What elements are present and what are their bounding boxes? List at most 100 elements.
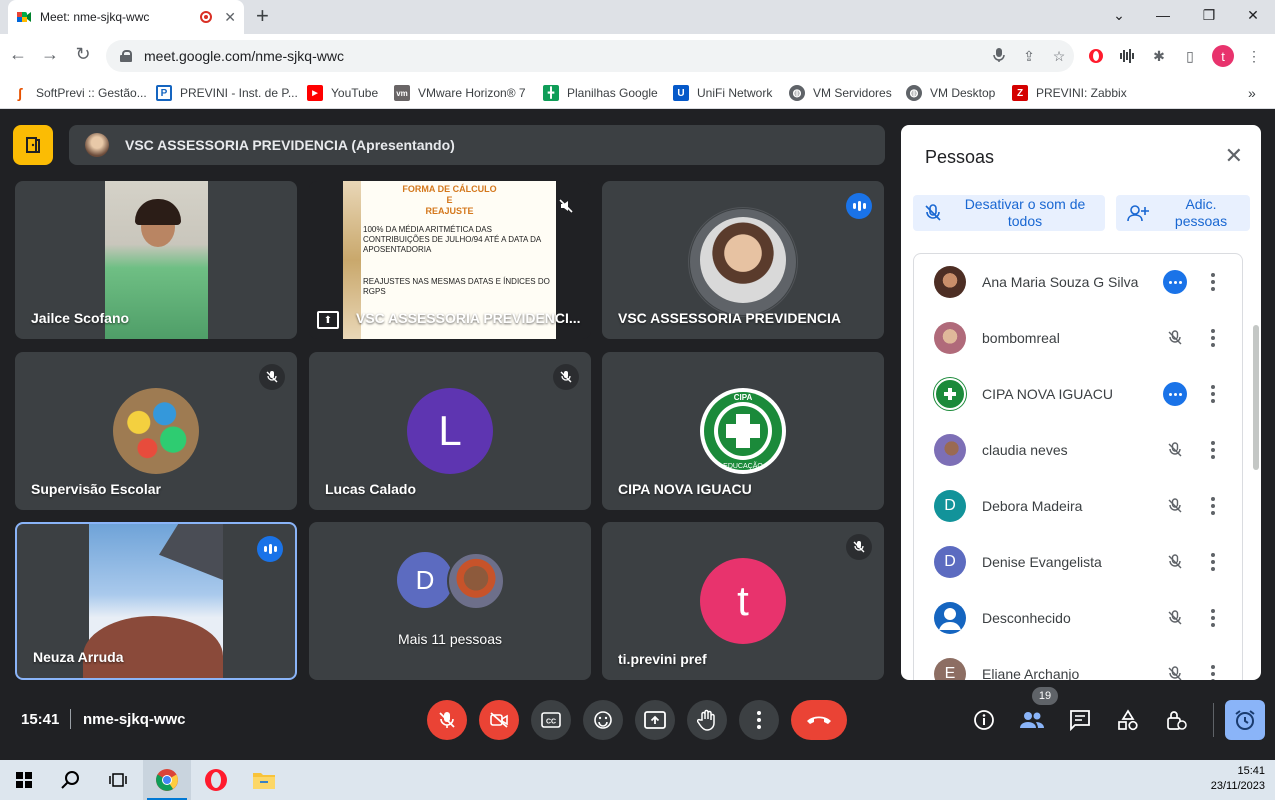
task-view-icon[interactable] [94,760,142,800]
people-icon[interactable] [1019,707,1045,733]
list-item[interactable]: D Denise Evangelista [914,534,1242,590]
panel-close-icon[interactable]: ✕ [1225,145,1243,167]
file-explorer-icon[interactable] [240,760,288,800]
address-bar[interactable]: meet.google.com/nme-sjkq-wwc ⇪ ☆ [106,40,1074,72]
participant-tile-jailce[interactable]: Jailce Scofano [15,181,297,339]
more-options-button[interactable] [739,700,779,740]
participant-name: ti.previni pref [618,651,707,667]
tab-close-icon[interactable]: ✕ [224,9,236,26]
hang-up-icon [807,716,831,724]
system-clock[interactable]: 15:41 23/11/2023 [1211,764,1265,794]
list-item[interactable]: claudia neves [914,422,1242,478]
more-options-icon[interactable] [1211,609,1215,627]
add-people-label: Adic. pessoas [1174,196,1228,229]
divider [70,709,71,729]
bookmark-star-icon[interactable]: ☆ [1044,48,1074,65]
more-participants-tile[interactable]: D Mais 11 pessoas [309,522,591,680]
more-options-icon[interactable] [1211,553,1215,571]
profile-avatar[interactable]: t [1212,45,1234,67]
presenting-banner[interactable]: VSC ASSESSORIA PREVIDENCIA (Apresentando… [69,125,885,165]
slide-bullet: 100% da média aritmética das contribuiçõ… [363,225,541,254]
tab-search-icon[interactable]: ⌄ [1096,0,1142,30]
chrome-taskbar-icon[interactable] [143,760,191,800]
restore-icon[interactable]: ❐ [1186,0,1232,30]
more-options-icon[interactable] [1211,441,1215,459]
avatar [934,434,966,466]
list-item[interactable]: CIPA NOVA IGUACU [914,366,1242,422]
more-options-icon[interactable] [1211,273,1215,291]
participant-tile-lucas[interactable]: L Lucas Calado [309,352,591,510]
opera-taskbar-icon[interactable] [192,760,240,800]
side-panel-icon[interactable]: ▯ [1180,46,1200,66]
meeting-code: nme-sjkq-wwc [83,711,186,728]
list-item[interactable]: Ana Maria Souza G Silva [914,254,1242,310]
participant-tile-supervisao[interactable]: Supervisão Escolar [15,352,297,510]
bookmark-vmware[interactable]: vm VMware Horizon® 7 [394,82,526,104]
participant-tile-cipa[interactable]: CIPA EDUCAÇÃO CIPA NOVA IGUACU [602,352,884,510]
participant-tile-neuza[interactable]: Neuza Arruda [15,522,297,680]
bookmark-planilhas[interactable]: ╋ Planilhas Google [543,82,658,104]
back-icon[interactable]: ← [6,44,30,65]
present-screen-icon: ⬆ [317,311,339,329]
url-text[interactable]: meet.google.com/nme-sjkq-wwc [144,48,984,64]
search-icon[interactable] [46,760,94,800]
microphone-toggle-button[interactable] [427,700,467,740]
share-icon[interactable]: ⇪ [1014,48,1044,65]
leave-call-button[interactable] [791,700,847,740]
bookmark-vm-servidores[interactable]: ◍ VM Servidores [789,82,892,104]
extensions-puzzle-icon[interactable]: ✱ [1149,46,1169,66]
unifi-icon: U [673,85,689,101]
participant-name: Jailce Scofano [31,310,130,326]
panel-scrollbar[interactable] [1253,325,1259,470]
new-tab-icon[interactable]: + [256,5,269,27]
raise-hand-button[interactable] [687,700,727,740]
more-options-icon[interactable] [1211,385,1215,403]
reactions-button[interactable] [583,700,623,740]
list-item[interactable]: D Debora Madeira [914,478,1242,534]
reload-icon[interactable]: ↻ [71,44,95,65]
bookmark-vm-desktop[interactable]: ◍ VM Desktop [906,82,995,104]
forward-icon[interactable]: → [38,44,62,65]
participant-tile-ti-previni[interactable]: t ti.previni pref [602,522,884,680]
presentation-tile[interactable]: FORMA DE CÁLCULO E REAJUSTE 100% da médi… [309,181,591,339]
meeting-details-icon[interactable] [971,707,997,733]
host-controls-icon[interactable] [1163,707,1189,733]
bookmark-youtube[interactable]: ▶ YouTube [307,82,378,104]
more-options-icon[interactable] [1211,665,1215,680]
list-item[interactable]: E Eliane Archanjo [914,646,1242,680]
more-options-icon[interactable] [1211,329,1215,347]
captions-button[interactable]: CC [531,700,571,740]
bookmarks-overflow-icon[interactable]: » [1248,82,1256,104]
bookmark-unifi[interactable]: U UniFi Network [673,82,772,104]
mute-all-button[interactable]: Desativar o som de todos [913,195,1105,231]
list-item[interactable]: Desconhecido [914,590,1242,646]
add-people-button[interactable]: Adic. pessoas [1116,195,1250,231]
mic-off-icon [846,534,872,560]
softprevi-icon: ʃ [17,85,23,101]
camera-toggle-button[interactable] [479,700,519,740]
vmware-icon: vm [394,85,410,101]
timer-extension-button[interactable] [1225,700,1265,740]
bookmark-previni[interactable]: P PREVINI - Inst. de P... [156,82,298,104]
leave-room-button[interactable] [13,125,53,165]
avatar [447,552,505,610]
microphone-icon[interactable] [984,47,1014,66]
audio-extension-icon[interactable] [1117,46,1137,66]
opera-extension-icon[interactable] [1086,46,1106,66]
activities-icon[interactable] [1115,707,1141,733]
window-close-icon[interactable]: ✕ [1230,0,1275,30]
more-options-icon[interactable] [1211,497,1215,515]
list-item[interactable]: bombomreal [914,310,1242,366]
avatar: D [934,490,966,522]
cipa-logo: CIPA EDUCAÇÃO [700,388,786,474]
windows-start-icon[interactable] [0,760,48,800]
chat-icon[interactable] [1067,707,1093,733]
present-now-button[interactable] [635,700,675,740]
minimize-icon[interactable]: — [1140,0,1186,30]
bookmark-softprevi[interactable]: ʃ SoftPrevi :: Gestão... [12,82,147,104]
taskbar-time: 15:41 [1237,765,1265,777]
chrome-menu-icon[interactable]: ⋮ [1244,46,1264,66]
participant-tile-vsc[interactable]: VSC ASSESSORIA PREVIDENCIA [602,181,884,339]
browser-tab[interactable]: Meet: nme-sjkq-wwc ✕ [8,0,244,34]
bookmark-zabbix[interactable]: Z PREVINI: Zabbix [1012,82,1127,104]
